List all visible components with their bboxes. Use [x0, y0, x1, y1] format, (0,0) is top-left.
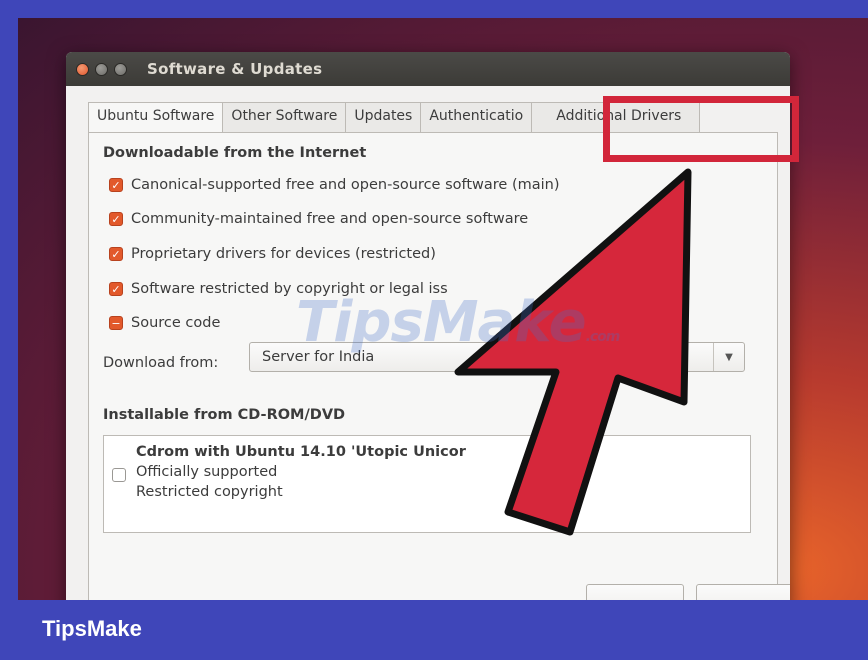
footer-bar: TipsMake [0, 600, 868, 660]
footer-brand: TipsMake [42, 616, 142, 641]
watermark-suffix: .com [585, 329, 621, 345]
watermark: TipsMake.com [296, 290, 621, 355]
watermark-text: TipsMake [296, 290, 587, 355]
